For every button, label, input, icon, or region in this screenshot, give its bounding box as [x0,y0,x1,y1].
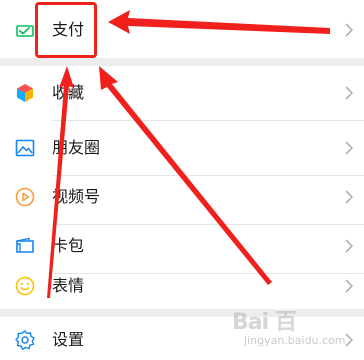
baidu-watermark: Bai 百 [232,310,297,335]
pay-highlight-box [35,2,97,58]
menu-item-moments[interactable]: 朋友圈 [0,121,364,175]
menu-item-settings-label: 设置 [52,330,85,349]
chevron-right-icon [345,190,354,204]
favorites-cube-icon [14,82,36,104]
menu-item-channels-label: 视频号 [52,187,101,206]
wechat-pay-icon [14,19,36,41]
card-wallet-icon [14,235,36,257]
menu-item-moments-label: 朋友圈 [52,138,101,157]
features-section: 收藏 朋友圈 视频号 卡包 表情 [0,66,364,309]
chevron-right-icon [345,86,354,100]
emoji-smile-icon [14,275,36,297]
menu-item-emoji-label: 表情 [52,276,85,295]
me-menu-screen: 支付 收藏 朋友圈 视频号 卡包 表情 设置 Bai 百 jingyan.bai… [0,0,364,360]
menu-item-emoji[interactable]: 表情 [0,259,364,313]
menu-item-channels[interactable]: 视频号 [0,170,364,224]
moments-photo-icon [14,137,36,159]
settings-gear-icon [14,329,36,351]
baidu-watermark-url: jingyan.baidu.com [244,334,346,347]
chevron-right-icon [345,23,354,37]
menu-item-favorites-label: 收藏 [52,83,85,102]
channels-play-icon [14,186,36,208]
chevron-right-icon [345,239,354,253]
chevron-right-icon [345,279,354,293]
chevron-right-icon [345,141,354,155]
menu-item-favorites[interactable]: 收藏 [0,66,364,120]
